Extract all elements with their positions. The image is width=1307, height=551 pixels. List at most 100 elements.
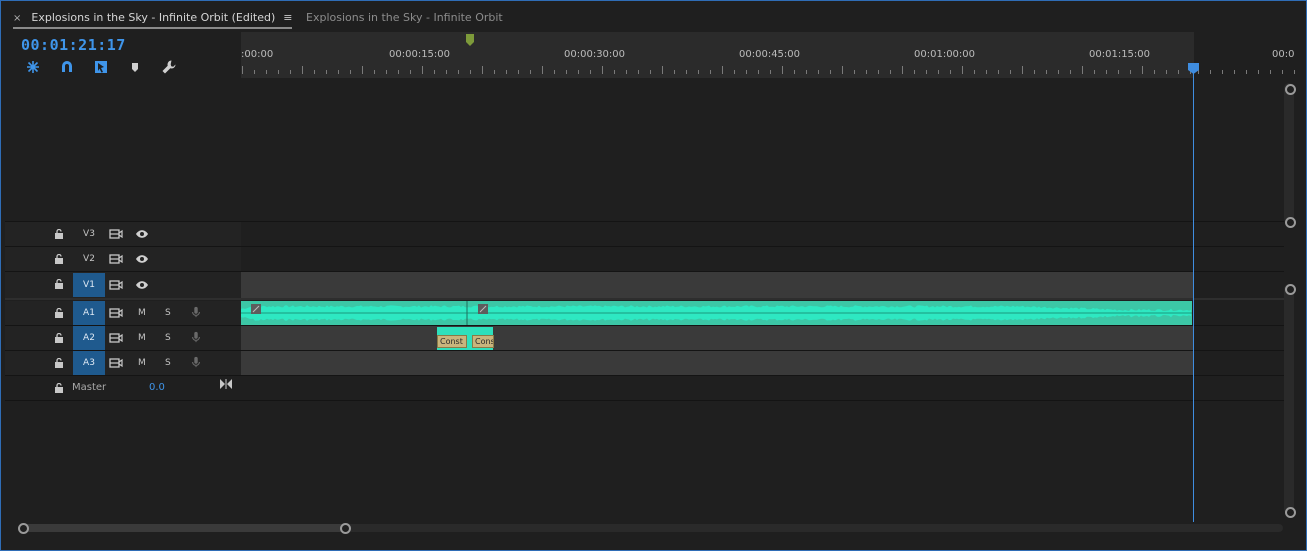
zoom-handle-left[interactable]	[18, 523, 29, 534]
ruler-tick	[1270, 70, 1271, 74]
transition-constant-power[interactable]: Const	[437, 335, 467, 348]
track-header-v2[interactable]: V2	[5, 247, 241, 272]
sync-lock-icon[interactable]	[109, 228, 123, 240]
playhead-handle-icon[interactable]	[1188, 63, 1199, 74]
lane-v1[interactable]	[241, 272, 1194, 298]
ruler-tick	[806, 70, 807, 74]
ruler-tick	[386, 70, 387, 74]
ruler-tick	[554, 70, 555, 74]
ruler-tick	[842, 66, 843, 74]
eye-icon[interactable]	[135, 228, 149, 240]
sync-lock-icon[interactable]	[109, 357, 123, 369]
timeline-overflow[interactable]	[1194, 78, 1284, 522]
lock-icon[interactable]	[54, 383, 64, 393]
playhead-timecode[interactable]: 00:01:21:17	[21, 36, 126, 54]
snap-nest-icon[interactable]	[23, 57, 43, 77]
microphone-icon[interactable]	[189, 306, 203, 318]
solo-button[interactable]: S	[165, 308, 171, 318]
solo-button[interactable]: S	[165, 358, 171, 368]
ruler-tick	[266, 70, 267, 74]
audio-vertical-scrollbar[interactable]	[1284, 284, 1294, 514]
master-volume[interactable]: 0.0	[149, 382, 165, 393]
ruler-tick	[410, 70, 411, 74]
track-header-v1[interactable]: V1	[5, 272, 241, 299]
eye-icon[interactable]	[135, 253, 149, 265]
timeline-area[interactable]	[241, 78, 1194, 522]
track-label-v2[interactable]: V2	[73, 249, 105, 269]
ruler-tick	[1246, 70, 1247, 74]
jump-edit-icon[interactable]	[220, 379, 232, 389]
ruler-overflow[interactable]: 00:0	[1194, 32, 1306, 78]
track-header-a2[interactable]: A2 M S	[5, 326, 241, 351]
panel-menu-icon[interactable]: ≡	[283, 11, 292, 24]
ruler-tick	[1294, 70, 1295, 74]
sync-lock-icon[interactable]	[109, 332, 123, 344]
microphone-icon[interactable]	[189, 356, 203, 368]
sync-lock-icon[interactable]	[109, 307, 123, 319]
video-vertical-scrollbar[interactable]	[1284, 83, 1294, 223]
ruler-tick	[470, 70, 471, 74]
sequence-marker-icon[interactable]	[466, 34, 474, 46]
track-header-master[interactable]: Master 0.0	[5, 376, 241, 401]
close-icon[interactable]: ×	[13, 13, 21, 24]
lock-icon[interactable]	[54, 333, 64, 343]
linked-selection-icon[interactable]	[91, 57, 111, 77]
time-ruler[interactable]: :00:00 00:00:15:00 00:00:30:00 00:00:45:…	[241, 32, 1286, 78]
sync-lock-icon[interactable]	[109, 253, 123, 265]
ruler-tick	[1106, 70, 1107, 74]
ruler-tick	[566, 70, 567, 74]
marker-icon[interactable]	[125, 57, 145, 77]
track-headers	[5, 78, 241, 522]
track-label-v1[interactable]: V1	[73, 273, 105, 297]
wrench-icon[interactable]	[159, 57, 179, 77]
ruler-tick	[302, 66, 303, 74]
lane-a2[interactable]	[241, 326, 1194, 350]
ruler-tick	[1258, 70, 1259, 74]
lock-icon[interactable]	[54, 358, 64, 368]
ruler-tick	[1130, 70, 1131, 74]
track-header-a3[interactable]: A3 M S	[5, 351, 241, 376]
horizontal-scroll-thumb[interactable]	[21, 524, 347, 532]
ruler-tick	[590, 70, 591, 74]
mute-button[interactable]: M	[138, 333, 146, 343]
ruler-tick	[854, 70, 855, 74]
audio-clip-a1[interactable]	[241, 301, 1192, 325]
transition-constant-power[interactable]: Cons	[472, 335, 494, 348]
ruler-tick	[530, 70, 531, 74]
tab-label: Explosions in the Sky - Infinite Orbit	[306, 11, 503, 24]
ruler-tick	[1154, 70, 1155, 74]
microphone-icon[interactable]	[189, 331, 203, 343]
track-header-a1[interactable]: A1 M S	[5, 301, 241, 326]
scroll-handle[interactable]	[1285, 284, 1296, 295]
track-divider	[5, 246, 1284, 247]
scroll-handle[interactable]	[1285, 507, 1296, 518]
zoom-handle-right[interactable]	[340, 523, 351, 534]
ruler-tick	[518, 70, 519, 74]
lock-icon[interactable]	[54, 308, 64, 318]
ruler-tick	[614, 70, 615, 74]
mute-button[interactable]: M	[138, 308, 146, 318]
track-label-a3[interactable]: A3	[73, 351, 105, 375]
track-header-v3[interactable]: V3	[5, 222, 241, 247]
tab-sequence-edited[interactable]: × Explosions in the Sky - Infinite Orbit …	[13, 11, 293, 29]
eye-icon[interactable]	[135, 279, 149, 291]
ruler-label: 00:00:15:00	[389, 49, 451, 60]
track-label-a2[interactable]: A2	[73, 326, 105, 350]
track-label-a1[interactable]: A1	[73, 301, 105, 325]
solo-button[interactable]: S	[165, 333, 171, 343]
lane-a3[interactable]	[241, 351, 1194, 375]
tab-sequence[interactable]: Explosions in the Sky - Infinite Orbit	[306, 11, 503, 24]
ruler-tick	[374, 70, 375, 74]
ruler-tick	[494, 70, 495, 74]
sync-lock-icon[interactable]	[109, 279, 123, 291]
ruler-label: 00:0	[1272, 49, 1295, 60]
lock-icon[interactable]	[54, 254, 64, 264]
lock-icon[interactable]	[54, 279, 64, 289]
mute-button[interactable]: M	[138, 358, 146, 368]
ruler-tick	[542, 66, 543, 74]
scroll-handle[interactable]	[1285, 217, 1296, 228]
scroll-handle[interactable]	[1285, 84, 1296, 95]
track-label-v3[interactable]: V3	[73, 224, 105, 244]
lock-icon[interactable]	[54, 229, 64, 239]
magnet-icon[interactable]	[57, 57, 77, 77]
